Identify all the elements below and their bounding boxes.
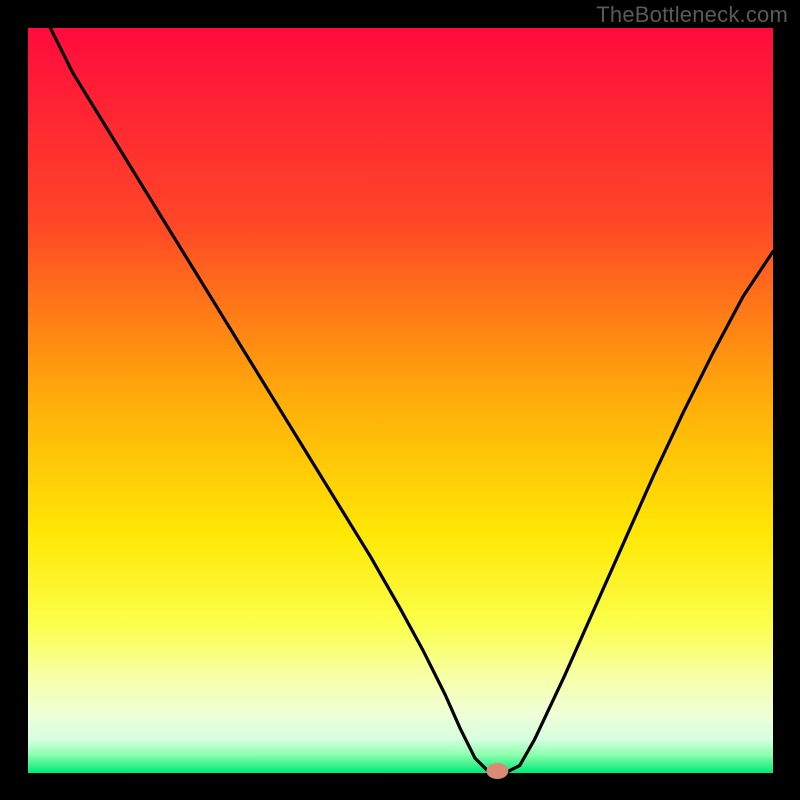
watermark-text: TheBottleneck.com [596,2,788,28]
chart-frame: TheBottleneck.com [0,0,800,800]
bottleneck-chart [0,0,800,800]
optimum-marker [486,763,508,779]
plot-background [28,28,773,773]
